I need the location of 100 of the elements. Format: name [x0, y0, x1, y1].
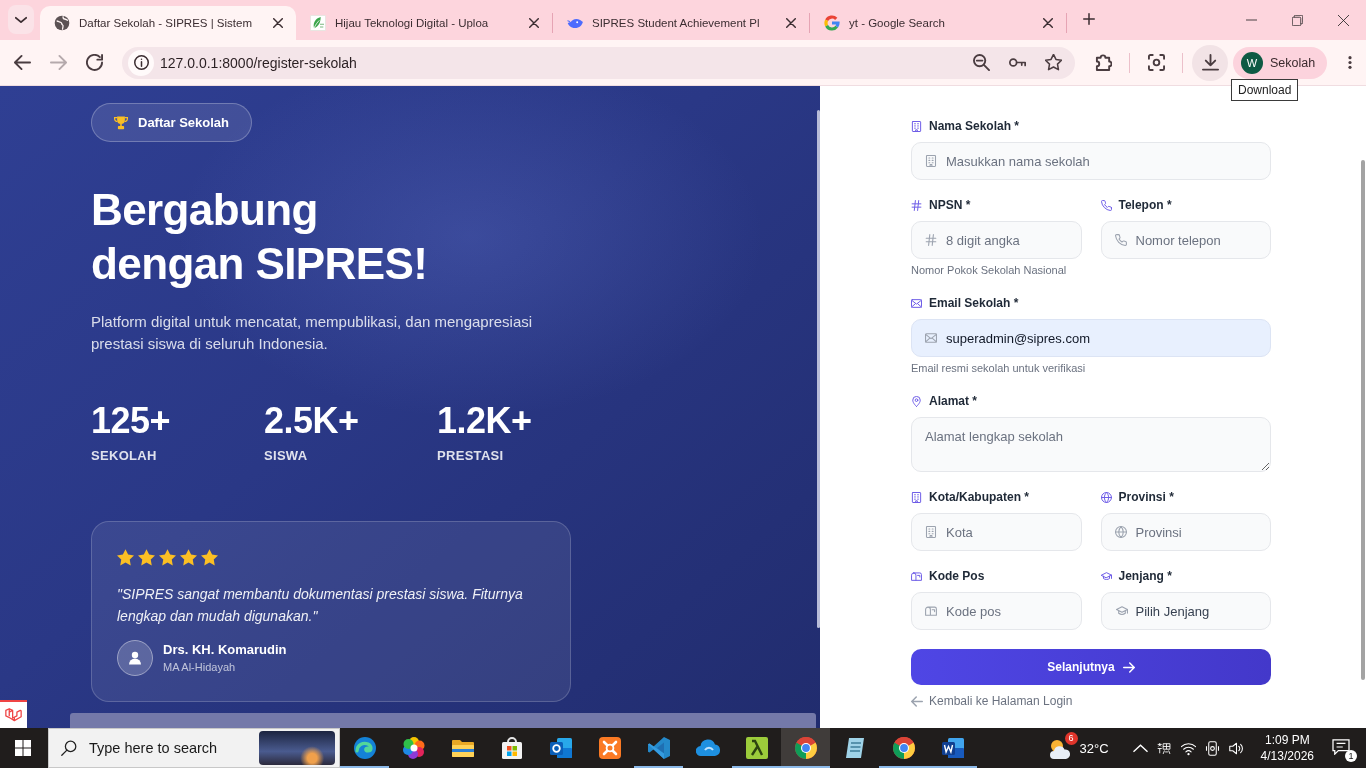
- document-icon: [940, 736, 965, 760]
- envelope-icon: [925, 332, 937, 344]
- close-icon: [1043, 18, 1053, 28]
- star-icon: [180, 549, 197, 566]
- mailbox-icon: [925, 605, 937, 617]
- author-school: MA Al-Hidayah: [163, 660, 236, 675]
- field-label: Kota/Kabupaten *: [929, 490, 1029, 504]
- input-field[interactable]: Provinsi: [1100, 513, 1271, 551]
- reload-icon: [85, 54, 103, 71]
- map-pin-icon: [911, 395, 922, 407]
- graduation-cap-icon: [1115, 605, 1128, 617]
- field-label: Email Sekolah *: [929, 296, 1019, 310]
- profile-avatar: W: [1241, 51, 1263, 74]
- input-method-icon: [1157, 740, 1173, 756]
- building-icon: [925, 526, 937, 538]
- next-button[interactable]: Selanjutnya: [911, 649, 1271, 685]
- download-button[interactable]: [1192, 44, 1228, 81]
- weather-badge: 6: [1064, 732, 1078, 745]
- stat-value: 1.2K+: [437, 400, 532, 442]
- globe-icon: [1114, 526, 1127, 538]
- browser-tab[interactable]: Daftar Sekolah - SIPRES | Sistem: [40, 6, 296, 40]
- phone-icon: [1114, 234, 1127, 246]
- speech-bubble-icon: [1332, 739, 1350, 755]
- select-field[interactable]: Pilih Jenjang: [1100, 592, 1271, 630]
- input-field[interactable]: superadmin@sipres.com: [911, 319, 1271, 357]
- g-letter-icon: [824, 15, 840, 31]
- zoom-out-icon: [972, 54, 990, 71]
- author-name: Drs. KH. Komarudin: [163, 641, 287, 658]
- taskbar-app-button[interactable]: [781, 728, 830, 768]
- scrollbar-thumb[interactable]: [1361, 160, 1365, 680]
- profile-button[interactable]: W Sekolah: [1233, 46, 1328, 79]
- sector-circle-icon: [793, 736, 818, 760]
- phone-device-icon: [1205, 740, 1221, 756]
- ribbon-icon: [646, 736, 671, 760]
- site-info-button[interactable]: [128, 49, 154, 76]
- lens-icon: [1147, 54, 1165, 71]
- sector-circle-icon: [891, 736, 916, 760]
- clock-button[interactable]: 1:09 PM 4/13/2026: [1252, 728, 1322, 768]
- lambda-tile-icon: [744, 736, 769, 760]
- hash-icon: [911, 199, 922, 211]
- building-icon: [925, 155, 937, 167]
- color-wheel-icon: [401, 736, 426, 760]
- scrollbar-thumb[interactable]: [817, 110, 820, 628]
- globe-icon: [1100, 491, 1112, 503]
- cross-tile-icon: [597, 736, 622, 760]
- back-to-login-link[interactable]: Kembali ke Halaman Login: [911, 694, 1073, 709]
- profile-name: Sekolah: [1270, 55, 1316, 70]
- star-icon: [138, 549, 155, 566]
- plus-icon: [1083, 12, 1095, 25]
- star-icon: [201, 549, 218, 566]
- textarea-field[interactable]: Alamat lengkap sekolah: [911, 417, 1271, 472]
- stat-value: 2.5K+: [264, 400, 359, 442]
- close-icon: [273, 18, 283, 28]
- puzzle-icon: [1094, 54, 1112, 71]
- input-field[interactable]: Kota: [911, 513, 1082, 551]
- cube-outline-icon: [5, 706, 22, 724]
- graduation-cap-icon: [1100, 570, 1112, 582]
- avatar-icon: [117, 640, 153, 676]
- field-hint: Email resmi sekolah untuk verifikasi: [911, 361, 1086, 376]
- testimonial-quote: "SIPRES sangat membantu dokumentasi prestasi siswa. Fiturnya lengkap dan mudah digunakan.": [117, 585, 524, 626]
- more-icon: [1348, 55, 1353, 70]
- building-icon: [911, 120, 922, 132]
- field-label: Alamat *: [929, 394, 978, 408]
- input-field[interactable]: Nomor telepon: [1100, 221, 1271, 259]
- field-hint: Nomor Pokok Sekolah Nasional: [911, 263, 1067, 278]
- wifi-icon: [1181, 740, 1197, 756]
- input-field[interactable]: 8 digit angka: [911, 221, 1082, 259]
- browser-tab[interactable]: yt - Google Search: [810, 6, 1066, 40]
- search-icon: [61, 740, 77, 756]
- stat-label: SISWA: [264, 448, 308, 464]
- close-icon: [786, 18, 796, 28]
- forward-arrow-icon: [49, 54, 67, 71]
- tab-search-button[interactable]: [8, 5, 34, 34]
- restore-icon: [1291, 14, 1303, 26]
- back-arrow-icon: [13, 54, 31, 71]
- building-icon: [911, 491, 922, 503]
- hash-icon: [925, 234, 937, 246]
- field-label: Telepon *: [1118, 198, 1172, 212]
- stat-label: PRESTASI: [437, 448, 504, 464]
- minimize-icon: [1245, 19, 1257, 21]
- download-icon: [1201, 54, 1219, 71]
- browser-tab[interactable]: SIPRES Student Achievement Pl: [553, 6, 809, 40]
- temperature-text[interactable]: 32°C: [1079, 740, 1109, 756]
- browser-tab[interactable]: Hijau Teknologi Digital - Uploa: [296, 6, 552, 40]
- input-field[interactable]: Masukkan nama sekolah: [911, 142, 1271, 180]
- download-tooltip: Download: [1231, 79, 1299, 101]
- debug-toggle-button[interactable]: [0, 700, 27, 728]
- trophy-icon: [114, 115, 128, 130]
- star-icon: [117, 549, 134, 566]
- info-icon: [133, 55, 149, 70]
- close-icon: [529, 18, 539, 28]
- notification-badge: 1: [1345, 750, 1357, 762]
- input-field[interactable]: Kode pos: [911, 592, 1082, 630]
- stat-label: SEKOLAH: [91, 448, 157, 464]
- phone-icon: [1100, 199, 1112, 211]
- hero-description: Platform digital untuk mencatat, mempublikasi, dan mengapresiasi prestasi siswa di seluruh Indonesia.: [91, 312, 534, 354]
- address-bar[interactable]: 127.0.0.1:8000/register-sekolah: [122, 46, 1075, 79]
- badge-label: Daftar Sekolah: [138, 115, 230, 130]
- swirl-app-icon: [352, 736, 377, 760]
- leaf-icon: [310, 15, 326, 31]
